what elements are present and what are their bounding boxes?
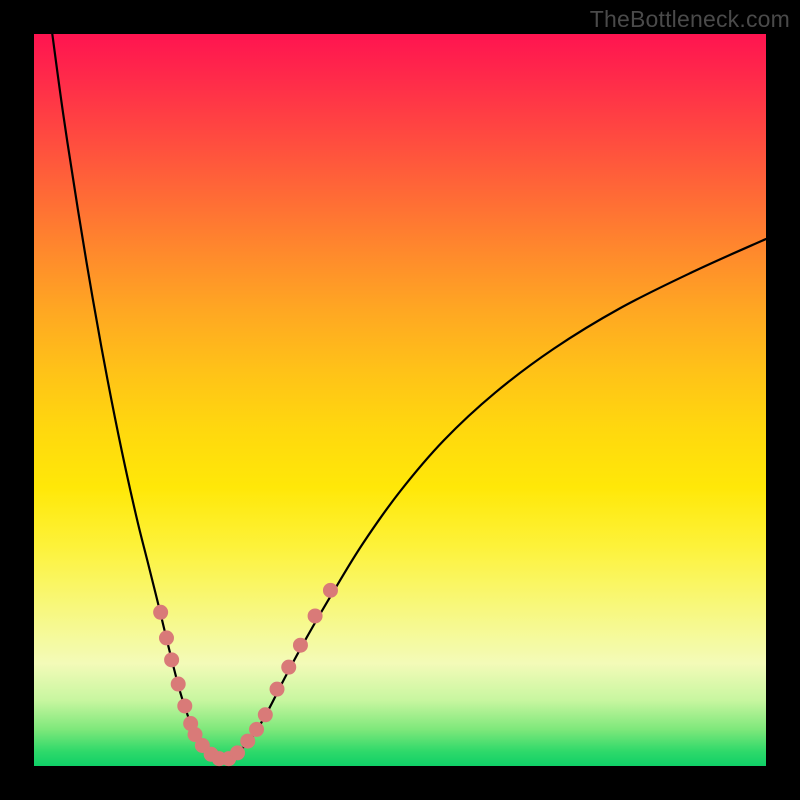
highlight-bead bbox=[178, 699, 192, 713]
chart-stage: TheBottleneck.com bbox=[0, 0, 800, 800]
highlight-bead bbox=[293, 638, 307, 652]
highlight-bead bbox=[231, 746, 245, 760]
highlight-bead bbox=[323, 583, 337, 597]
highlight-bead bbox=[282, 660, 296, 674]
highlight-bead bbox=[171, 677, 185, 691]
highlight-bead bbox=[165, 653, 179, 667]
highlight-bead bbox=[159, 631, 173, 645]
highlight-bead bbox=[250, 722, 264, 736]
gradient-plot-area bbox=[34, 34, 766, 766]
highlight-bead bbox=[154, 605, 168, 619]
highlight-bead bbox=[308, 609, 322, 623]
highlight-beads-group bbox=[154, 583, 338, 765]
bottleneck-curve-svg bbox=[34, 34, 766, 766]
highlight-bead bbox=[258, 708, 272, 722]
highlight-bead bbox=[241, 734, 255, 748]
curve-left-branch bbox=[52, 34, 225, 760]
curve-right-branch bbox=[226, 239, 766, 760]
highlight-bead bbox=[270, 682, 284, 696]
watermark-text: TheBottleneck.com bbox=[590, 6, 790, 33]
